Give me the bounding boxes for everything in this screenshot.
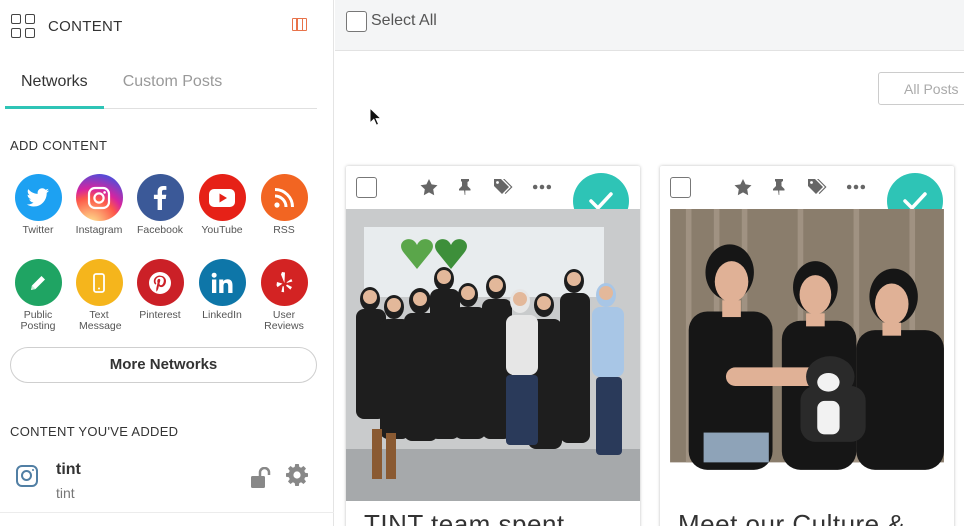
linkedin-icon — [198, 259, 246, 306]
grid-icon[interactable] — [11, 14, 35, 38]
star-icon[interactable] — [419, 178, 439, 196]
post-text: TINT team spent — [364, 509, 565, 526]
pinterest-icon — [136, 259, 184, 306]
sidebar-tabs: Networks Custom Posts — [5, 62, 317, 109]
network-label: Facebook — [136, 224, 184, 236]
youtube-icon — [198, 174, 246, 221]
tab-networks[interactable]: Networks — [5, 62, 104, 109]
post-select-checkbox[interactable] — [670, 177, 691, 198]
post-select-checkbox[interactable] — [356, 177, 377, 198]
added-content-title: CONTENT YOU'VE ADDED — [10, 424, 179, 439]
network-rss[interactable]: RSS — [254, 174, 314, 236]
source-row[interactable]: tint tint — [0, 455, 334, 513]
sidebar-title: CONTENT — [48, 17, 123, 35]
pin-icon[interactable] — [455, 178, 475, 196]
rss-icon — [260, 174, 308, 221]
facebook-icon — [136, 174, 184, 221]
post-photo — [346, 209, 640, 501]
tags-icon[interactable] — [807, 178, 827, 196]
post-card[interactable]: Meet our Culture & — [660, 166, 954, 526]
more-options-icon[interactable] — [846, 178, 866, 196]
network-label: Text Message — [79, 309, 122, 332]
select-all-checkbox[interactable] — [346, 11, 367, 32]
network-label: YouTube — [201, 224, 243, 236]
network-label: Public Posting — [20, 309, 56, 332]
network-twitter[interactable]: Twitter — [8, 174, 68, 236]
network-user-reviews[interactable]: User Reviews — [254, 259, 314, 332]
network-youtube[interactable]: YouTube — [192, 174, 252, 236]
network-facebook[interactable]: Facebook — [130, 174, 190, 236]
film-icon[interactable] — [292, 18, 307, 31]
checkmark-icon — [903, 192, 927, 210]
more-options-icon[interactable] — [532, 178, 552, 196]
twitter-icon — [14, 174, 62, 221]
yelp-icon — [260, 259, 308, 306]
instagram-icon — [75, 174, 123, 221]
network-label: LinkedIn — [202, 309, 242, 321]
network-public-posting[interactable]: Public Posting — [8, 259, 68, 332]
source-name: tint — [56, 461, 81, 478]
network-label: Twitter — [22, 224, 54, 236]
more-networks-button[interactable]: More Networks — [10, 347, 317, 383]
post-card[interactable]: TINT team spent — [346, 166, 640, 526]
network-linkedin[interactable]: LinkedIn — [192, 259, 252, 321]
post-photo — [670, 209, 944, 470]
tab-custom-posts[interactable]: Custom Posts — [104, 62, 239, 109]
network-label: Instagram — [75, 224, 123, 236]
network-pinterest[interactable]: Pinterest — [130, 259, 190, 321]
post-filter-dropdown[interactable]: All Posts — [878, 72, 964, 105]
checkmark-icon — [589, 192, 613, 210]
sidebar-header: CONTENT — [0, 0, 333, 52]
unlock-icon[interactable] — [250, 467, 274, 489]
network-label: Pinterest — [139, 309, 181, 321]
source-subtitle: tint — [56, 485, 75, 501]
network-text-message[interactable]: Text Message — [69, 259, 129, 332]
network-label: User Reviews — [264, 309, 304, 332]
pin-icon[interactable] — [769, 178, 789, 196]
tags-icon[interactable] — [493, 178, 513, 196]
post-text: Meet our Culture & — [678, 509, 906, 526]
add-content-title: ADD CONTENT — [10, 138, 108, 153]
content-sidebar: CONTENT Networks Custom Posts ADD CONTEN… — [0, 0, 334, 526]
network-instagram[interactable]: Instagram — [69, 174, 129, 236]
select-all-label[interactable]: Select All — [371, 12, 437, 30]
phone-icon — [75, 259, 123, 306]
network-label: RSS — [273, 224, 295, 236]
instagram-icon — [16, 465, 38, 487]
mouse-cursor-icon — [369, 107, 381, 126]
selection-toolbar: Select All — [335, 0, 964, 51]
gear-icon[interactable] — [285, 463, 309, 487]
pencil-icon — [14, 259, 62, 306]
star-icon[interactable] — [733, 178, 753, 196]
